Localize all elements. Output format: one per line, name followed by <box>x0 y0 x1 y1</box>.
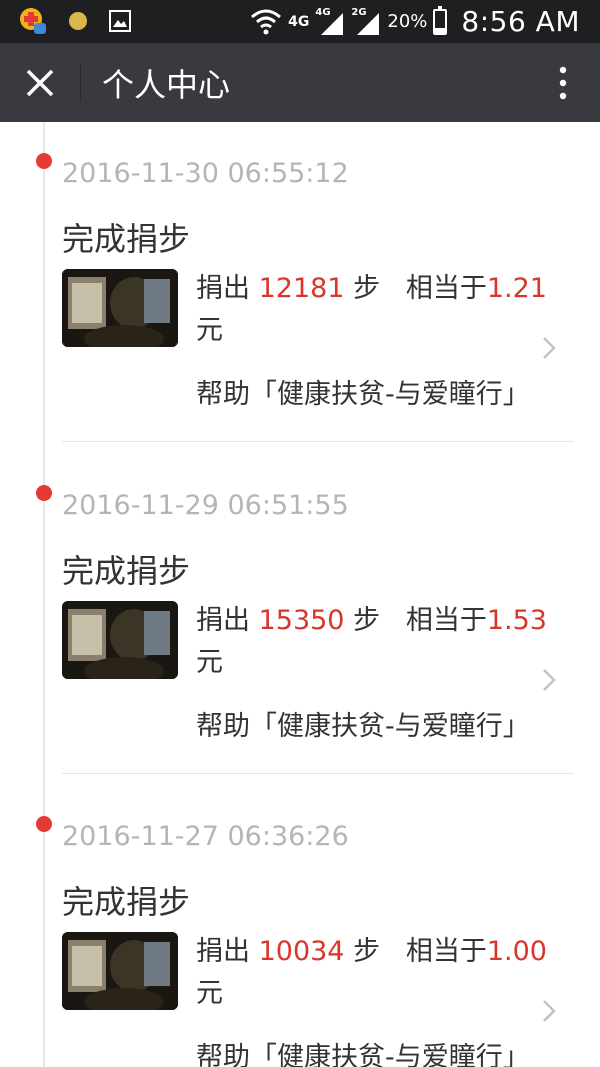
entry-timestamp: 2016-11-27 06:36:26 <box>62 821 349 852</box>
app-notification-icon <box>20 8 46 34</box>
signal-2g-icon: 2G <box>351 7 381 37</box>
timeline-dot <box>36 485 52 501</box>
timeline-dot <box>36 816 52 832</box>
equivalent-prefix: 相当于 <box>405 936 487 967</box>
battery-level-fill <box>435 28 446 33</box>
network-type-label: 4G <box>288 13 310 30</box>
entry-title: 完成捐步 <box>62 883 191 921</box>
wifi-icon <box>251 9 282 34</box>
donation-description: 捐出 15350 步 相当于1.53 元 <box>196 600 566 684</box>
amount-value: 1.53 <box>486 605 547 636</box>
entry-timestamp: 2016-11-29 06:51:55 <box>62 490 349 521</box>
help-project-text: 帮助「健康扶贫-与爱瞳行」 <box>196 1042 530 1067</box>
entry-separator <box>62 773 574 774</box>
chevron-right-icon <box>543 669 556 691</box>
status-bar-notifications <box>18 6 132 36</box>
chevron-right-icon <box>543 337 556 359</box>
donate-prefix: 捐出 <box>196 605 259 636</box>
equivalent-prefix: 相当于 <box>405 273 487 304</box>
clock: 8:56 AM <box>461 5 580 38</box>
donation-description: 捐出 12181 步 相当于1.21 元 <box>196 268 566 352</box>
steps-value: 10034 <box>258 936 345 967</box>
currency-unit: 元 <box>196 647 223 678</box>
chevron-right-icon <box>543 1000 556 1022</box>
yellow-dot-icon <box>69 12 87 30</box>
amount-value: 1.21 <box>486 273 547 304</box>
status-bar: 4G 4G 2G 20% 8:56 AM <box>0 0 600 43</box>
project-thumbnail <box>62 269 178 347</box>
steps-unit: 步 <box>344 605 381 636</box>
battery-percent: 20% <box>387 11 428 32</box>
donation-entry[interactable]: 2016-11-29 06:51:55 完成捐步 捐出 15350 步 相当于1… <box>0 454 600 786</box>
entry-timestamp: 2016-11-30 06:55:12 <box>62 158 349 189</box>
donation-entry[interactable]: 2016-11-27 06:36:26 完成捐步 捐出 10034 步 相当于1… <box>0 785 600 1067</box>
image-icon <box>109 10 131 32</box>
donation-history-list[interactable]: 2016-11-30 06:55:12 完成捐步 捐出 12181 步 相当于1… <box>0 122 600 1067</box>
entry-title: 完成捐步 <box>62 220 191 258</box>
project-thumbnail <box>62 601 178 679</box>
currency-unit: 元 <box>196 315 223 346</box>
steps-value: 15350 <box>258 605 345 636</box>
title-bar: 个人中心 <box>0 43 600 122</box>
donate-prefix: 捐出 <box>196 936 259 967</box>
more-options-button[interactable] <box>548 61 578 105</box>
steps-value: 12181 <box>258 273 345 304</box>
close-icon <box>26 69 54 97</box>
battery-icon <box>433 5 448 35</box>
timeline-dot <box>36 153 52 169</box>
close-button[interactable] <box>18 61 62 105</box>
title-divider <box>80 63 81 101</box>
steps-unit: 步 <box>344 273 381 304</box>
entry-separator <box>62 441 574 442</box>
equivalent-prefix: 相当于 <box>405 605 487 636</box>
project-thumbnail <box>62 932 178 1010</box>
entry-title: 完成捐步 <box>62 552 191 590</box>
status-bar-system: 4G 4G 2G 20% 8:56 AM <box>250 0 580 43</box>
currency-unit: 元 <box>196 978 223 1009</box>
signal-4g-icon: 4G <box>315 7 345 37</box>
donation-description: 捐出 10034 步 相当于1.00 元 <box>196 931 566 1015</box>
more-vertical-icon <box>559 66 567 100</box>
help-project-text: 帮助「健康扶贫-与爱瞳行」 <box>196 379 530 410</box>
amount-value: 1.00 <box>486 936 547 967</box>
help-project-text: 帮助「健康扶贫-与爱瞳行」 <box>196 711 530 742</box>
page-title: 个人中心 <box>102 66 231 104</box>
donation-entry[interactable]: 2016-11-30 06:55:12 完成捐步 捐出 12181 步 相当于1… <box>0 122 600 454</box>
donate-prefix: 捐出 <box>196 273 259 304</box>
steps-unit: 步 <box>344 936 381 967</box>
